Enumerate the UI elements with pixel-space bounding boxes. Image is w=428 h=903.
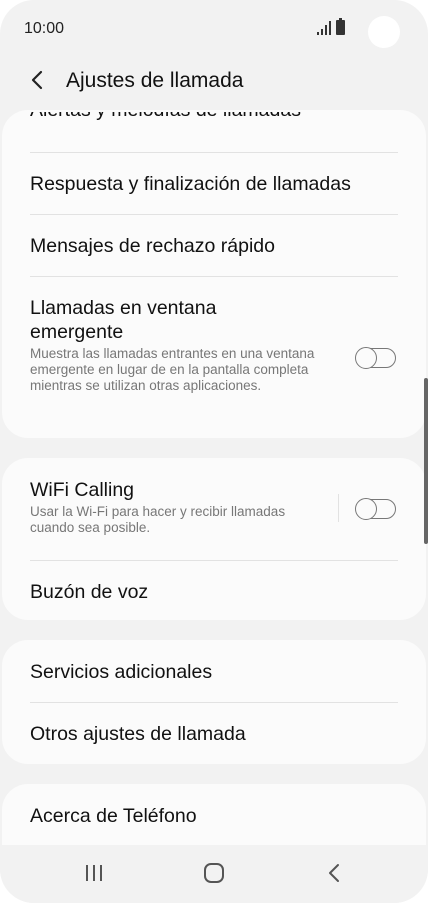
- toggle-knob: [355, 497, 377, 520]
- list-item-label: Buzón de voz: [30, 581, 149, 603]
- settings-card-2: WiFi Calling Usar la Wi-Fi para hacer y …: [2, 458, 426, 620]
- toggle-separator: [338, 494, 339, 522]
- page-title: Ajustes de llamada: [66, 69, 244, 92]
- back-arrow-icon[interactable]: [26, 68, 50, 92]
- list-item-description: Muestra las llamadas entrantes en una ve…: [30, 346, 315, 393]
- phone-screen: 10:00 Ajustes de llamada Alertas y melod…: [0, 0, 428, 903]
- list-item-label: Alertas y melodías de llamadas: [30, 112, 398, 122]
- wifi-calling-toggle[interactable]: [355, 497, 396, 520]
- status-time: 10:00: [24, 20, 65, 37]
- list-item-label: Mensajes de rechazo rápido: [30, 235, 275, 257]
- divider: [30, 560, 398, 561]
- list-item-acerca-telefono[interactable]: Acerca de Teléfono: [30, 804, 398, 828]
- divider: [30, 214, 398, 215]
- toggle-knob: [355, 346, 377, 369]
- signal-icon: [317, 21, 331, 35]
- list-item-wifi-calling[interactable]: WiFi Calling Usar la Wi-Fi para hacer y …: [30, 478, 330, 536]
- back-nav-icon[interactable]: [304, 845, 364, 903]
- list-item-respuesta[interactable]: Respuesta y finalización de llamadas: [30, 172, 398, 196]
- home-icon[interactable]: [184, 845, 244, 903]
- list-item-ventana-emergente[interactable]: Llamadas en ventana emergente Muestra la…: [30, 296, 330, 394]
- list-item-label: Respuesta y finalización de llamadas: [30, 173, 351, 195]
- app-header: Ajustes de llamada: [0, 56, 428, 106]
- list-item-label: Otros ajustes de llamada: [30, 723, 246, 745]
- settings-card-3: Servicios adicionales Otros ajustes de l…: [2, 640, 426, 764]
- status-bar: 10:00: [0, 0, 428, 56]
- list-item-mensajes-rechazo[interactable]: Mensajes de rechazo rápido: [30, 234, 398, 258]
- list-item-description: Usar la Wi-Fi para hacer y recibir llama…: [30, 504, 286, 535]
- navigation-bar: [0, 845, 428, 903]
- list-item-label: Servicios adicionales: [30, 661, 213, 683]
- list-item-buzon-voz[interactable]: Buzón de voz: [30, 580, 398, 604]
- settings-card-1: Alertas y melodías de llamadas Respuesta…: [2, 110, 426, 438]
- divider: [30, 276, 398, 277]
- divider: [30, 152, 398, 153]
- list-item-label: Acerca de Teléfono: [30, 805, 197, 827]
- list-item-label: Llamadas en ventana emergente: [30, 297, 217, 343]
- front-camera-cutout: [368, 16, 400, 48]
- list-item-otros-ajustes[interactable]: Otros ajustes de llamada: [30, 722, 398, 746]
- list-item-alertas[interactable]: Alertas y melodías de llamadas: [30, 112, 398, 132]
- list-item-servicios-adicionales[interactable]: Servicios adicionales: [30, 660, 398, 684]
- popup-call-toggle[interactable]: [355, 346, 396, 369]
- battery-icon: [336, 18, 345, 35]
- recent-apps-icon[interactable]: [64, 845, 124, 903]
- list-item-label: WiFi Calling: [30, 479, 135, 501]
- divider: [30, 702, 398, 703]
- scrollbar[interactable]: [424, 378, 428, 544]
